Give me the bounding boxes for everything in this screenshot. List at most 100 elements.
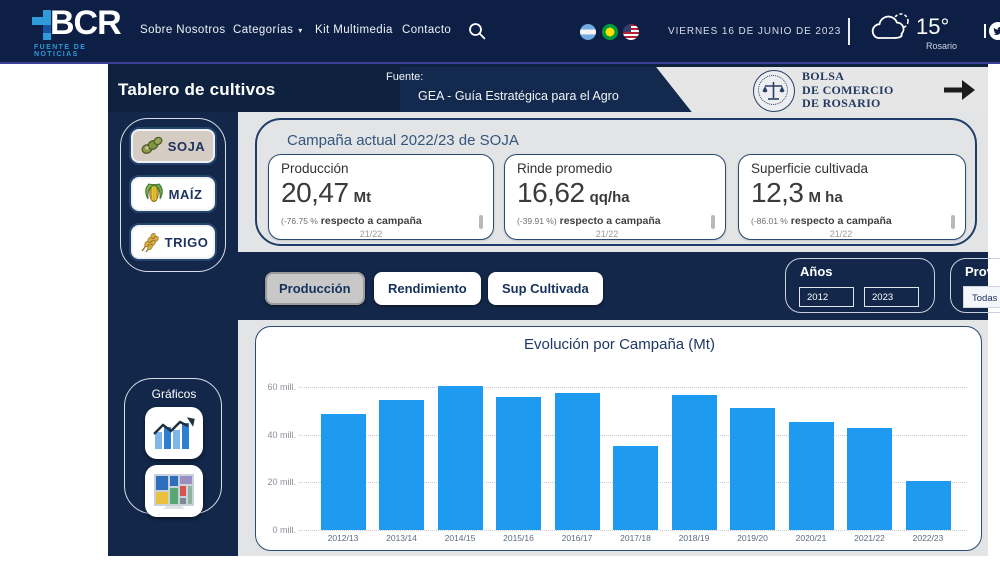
source-label: Fuente: [386,71,423,83]
twitter-icon[interactable] [984,22,1000,42]
kpi-note2: 21/22 [281,228,461,239]
kpi-subtext: (-76.75 % respecto a campaña21/22 [281,213,461,239]
bar-chart-icon [152,414,196,452]
treemap-view-button[interactable] [145,465,203,517]
years-filter: Años [785,258,935,313]
kpi-card-produccion: Producción 20,47Mt (-76.75 % respecto a … [268,154,494,240]
year-from-input[interactable] [799,287,854,307]
dashboard-banner: Tablero de cultivos Fuente: GEA - Guía E… [108,64,988,112]
kpi-title: Superficie cultivada [751,161,868,176]
kpi-subtext: (-39.91 %) respecto a campaña21/22 [517,213,697,239]
xtick-label: 2018/19 [665,533,723,543]
metric-button-sup-cultivada[interactable]: Sup Cultivada [488,272,603,305]
argentina-flag-icon[interactable] [580,24,596,40]
org-line2: DE COMERCIO [802,84,894,98]
kpi-value: 12,3 [751,177,804,208]
bar-chart-view-button[interactable] [145,407,203,459]
source-value: GEA - Guía Estratégica para el Agro [418,89,619,103]
metric-button-produccion[interactable]: Producción [265,272,365,305]
bar-2020/21[interactable] [789,422,834,530]
xtick-label: 2019/20 [724,533,782,543]
bar-2022/23[interactable] [906,481,951,530]
provinces-label: Provincias [965,264,1000,279]
campaign-title: Campaña actual 2022/23 de SOJA [287,132,519,149]
corn-icon [144,183,164,205]
year-to-input[interactable] [864,287,919,307]
chart-title: Evolución por Campaña (Mt) [256,336,983,353]
provinces-selected-value: Todas [972,293,997,304]
kpi-subtext: (-86.01 % respecto a campaña21/22 [751,213,931,239]
xtick-label: 2014/15 [431,533,489,543]
usa-flag-icon[interactable] [623,24,639,40]
bar-2012/13[interactable] [321,414,366,530]
bar-2019/20[interactable] [730,408,775,530]
bar-2021/22[interactable] [847,428,892,530]
bar-2018/19[interactable] [672,395,717,530]
metric-button-rendimiento[interactable]: Rendimiento [374,272,481,305]
provinces-filter: Provincias Todas ⌄ [950,258,1000,313]
weather-city: Rosario [926,41,957,51]
brazil-flag-icon[interactable] [602,24,618,40]
nav-kit-multimedia[interactable]: Kit Multimedia [315,24,393,36]
org-line1: BOLSA [802,70,894,84]
xtick-label: 2015/16 [490,533,548,543]
provinces-dropdown[interactable]: Todas ⌄ [963,286,1000,308]
crop-button-trigo[interactable]: TRIGO [129,223,217,261]
org-name: BOLSA DE COMERCIO DE ROSARIO [802,70,894,111]
kpi-scrollbar[interactable] [951,215,955,229]
kpi-delta: (-76.75 % [281,216,318,226]
top-navigation-bar: BCR FUENTE DE NOTICIAS Sobre Nosotros Ca… [0,0,1000,62]
campaign-summary-section: Campaña actual 2022/23 de SOJA Producció… [238,112,988,252]
nav-sobre-nosotros[interactable]: Sobre Nosotros [140,24,226,36]
campaign-summary-box: Campaña actual 2022/23 de SOJA Producció… [255,118,977,246]
xtick-label: 2016/17 [548,533,606,543]
nav-categorias-label: Categorías [233,24,293,36]
xtick-label: 2022/23 [899,533,957,543]
brand-name: BCR [50,4,121,43]
kpi-note: respecto a campaña [318,215,422,227]
chart-card: Evolución por Campaña (Mt) 0 mill. 20 mil… [255,326,982,551]
kpi-scrollbar[interactable] [479,215,483,229]
org-line3: DE ROSARIO [802,97,894,111]
crop-label-trigo: TRIGO [165,235,209,250]
kpi-unit: Mt [354,189,372,206]
charts-group-label: Gráficos [125,387,223,401]
bar-2016/17[interactable] [555,393,600,530]
nav-contacto[interactable]: Contacto [402,24,451,36]
soybean-icon [141,136,163,156]
temperature-value: 15° [916,14,949,40]
ytick-label: 20 mill. [258,477,296,487]
kpi-title: Rinde promedio [517,161,612,176]
kpi-scrollbar[interactable] [711,215,715,229]
ytick-label: 0 mill. [258,525,296,535]
crop-button-maiz[interactable]: MAÍZ [129,175,217,213]
bar-2017/18[interactable] [613,446,658,530]
bar-2015/16[interactable] [496,397,541,530]
crop-sidebar: SOJA MAÍZ [108,112,238,556]
bar-2014/15[interactable] [438,386,483,530]
brand-tagline: FUENTE DE NOTICIAS [34,44,130,58]
wheat-icon [138,231,160,253]
kpi-value: 16,62 [517,177,585,208]
treemap-icon [152,472,196,510]
search-icon[interactable] [468,22,486,40]
forward-arrow-button[interactable] [942,77,976,103]
kpi-note: respecto a campaña [557,215,661,227]
xtick-label: 2020/21 [782,533,840,543]
current-date: VIERNES 16 DE JUNIO DE 2023 [668,26,841,37]
xtick-label: 2021/22 [841,533,899,543]
crop-label-soja: SOJA [168,139,205,154]
chevron-down-icon: ▾ [298,26,302,35]
xtick-label: 2013/14 [373,533,431,543]
cloud-sun-icon [868,8,914,48]
bar-2013/14[interactable] [379,400,424,530]
kpi-unit: M ha [809,189,843,206]
kpi-value: 20,47 [281,177,349,208]
crop-button-soja[interactable]: SOJA [129,127,217,165]
header-divider [848,18,850,45]
crop-label-maiz: MAÍZ [169,187,203,202]
kpi-note: respecto a campaña [788,215,892,227]
bcr-logo[interactable]: BCR FUENTE DE NOTICIAS [10,6,130,58]
crop-selector-group: SOJA MAÍZ [120,118,226,272]
nav-categorias[interactable]: Categorías ▾ [233,24,303,36]
